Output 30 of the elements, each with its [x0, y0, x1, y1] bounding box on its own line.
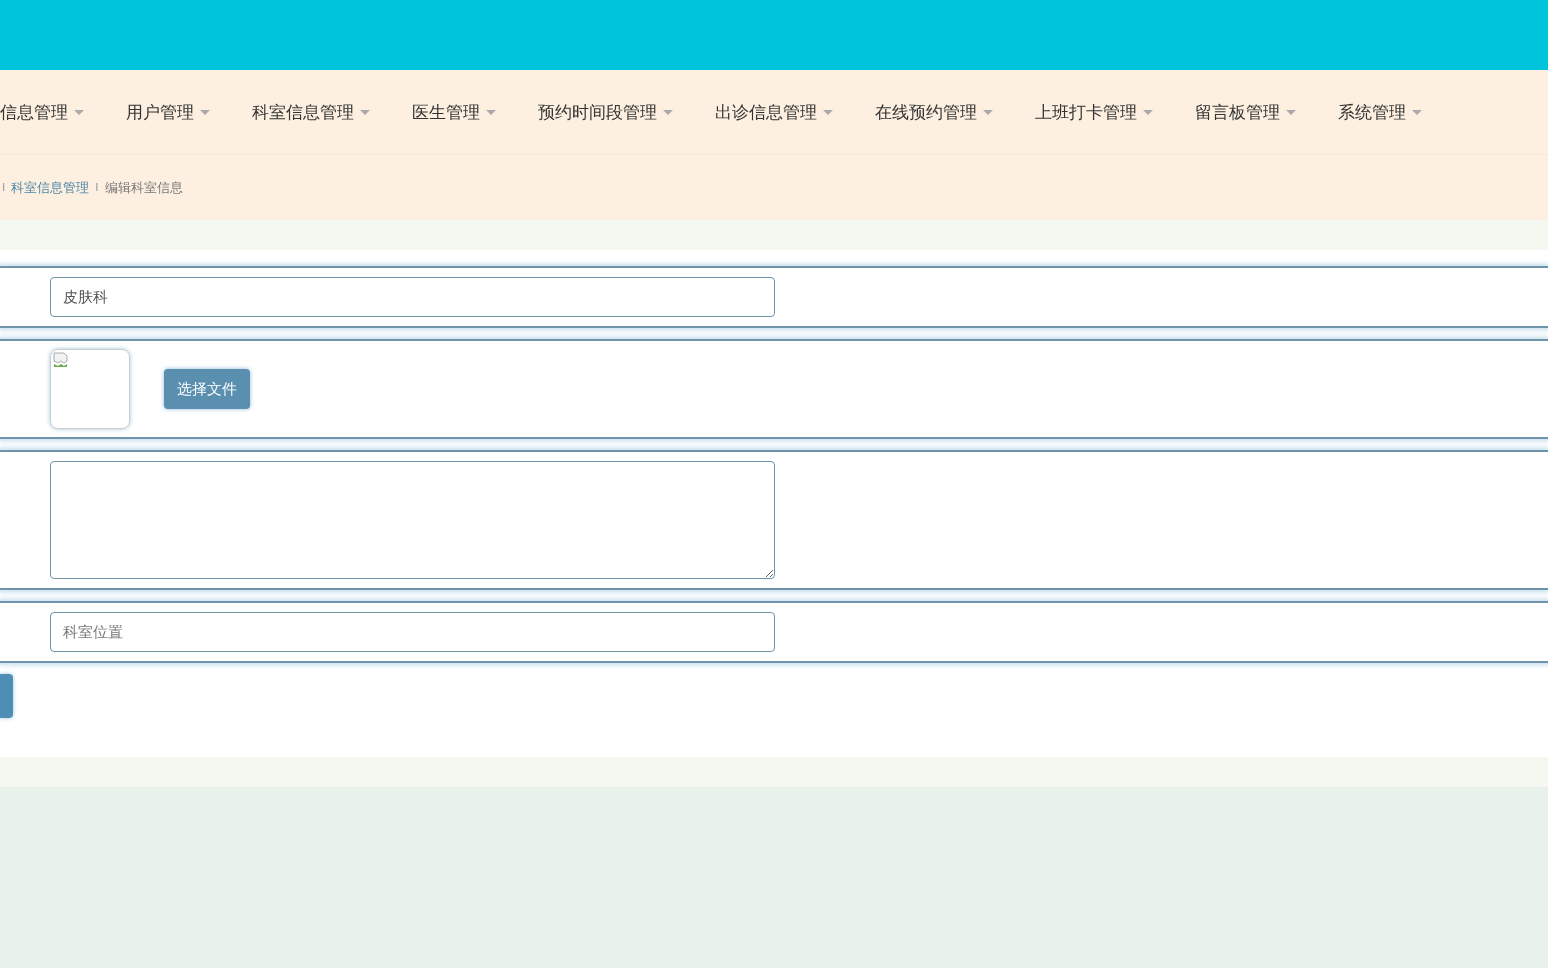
- breadcrumb-link[interactable]: 科室信息管理: [11, 178, 90, 197]
- nav-menu-item[interactable]: 出诊信息管理: [715, 100, 833, 124]
- nav-menu-item[interactable]: 系统管理: [1338, 100, 1422, 124]
- caret-icon: [1286, 109, 1296, 115]
- caret-icon: [1143, 109, 1153, 115]
- breadcrumb-separator: I: [2, 181, 6, 194]
- caret-icon: [983, 109, 993, 115]
- caret-icon: [1412, 109, 1422, 115]
- breadcrumb-separator: I: [95, 181, 99, 194]
- input-field[interactable]: 皮肤科: [50, 277, 775, 317]
- nav-menu-item[interactable]: 用户管理: [126, 100, 210, 124]
- caret-icon: [486, 109, 496, 115]
- nav-menu-item[interactable]: 医生管理: [412, 100, 496, 124]
- caret-icon: [663, 109, 673, 115]
- nav-menu-item[interactable]: 信息管理: [0, 100, 84, 124]
- nav-menu-item[interactable]: 预约时间段管理: [538, 100, 673, 124]
- caret-icon: [823, 109, 833, 115]
- input-field[interactable]: 科室位置: [50, 612, 775, 652]
- caret-icon: [74, 109, 84, 115]
- nav-menu-item[interactable]: 留言板管理: [1195, 100, 1296, 124]
- caret-icon: [200, 109, 210, 115]
- choose-file-button[interactable]: 选择文件: [164, 369, 250, 409]
- breadcrumb-current: 编辑科室信息: [104, 178, 183, 197]
- text-area[interactable]: [50, 461, 775, 579]
- nav-menu-item[interactable]: 科室信息管理: [252, 100, 370, 124]
- nav-menu-item[interactable]: 上班打卡管理: [1035, 100, 1153, 124]
- caret-icon: [360, 109, 370, 115]
- nav-menu-item[interactable]: 在线预约管理: [875, 100, 993, 124]
- submit-button[interactable]: [0, 674, 13, 718]
- broken-image-icon: [53, 352, 69, 368]
